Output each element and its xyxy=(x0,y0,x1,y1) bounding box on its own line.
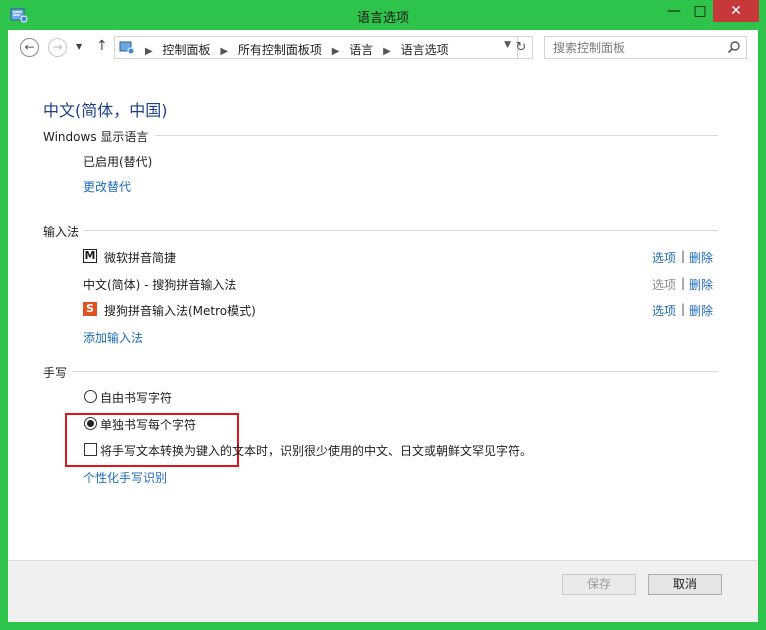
recent-locations-icon[interactable]: ▼ xyxy=(76,42,82,51)
input-method-options-link[interactable]: 选项 xyxy=(652,302,676,319)
navigation-bar: ← → ▼ ↑ ▶ 控制面板 ▶ 所有控制面板项 ▶ 语言 ▶ 语言选项 ▼ ↻… xyxy=(8,30,758,68)
link-separator: | xyxy=(681,302,686,316)
section-divider xyxy=(72,371,718,372)
cancel-button[interactable]: 取消 xyxy=(648,574,722,595)
breadcrumb-all-items[interactable]: 所有控制面板项 xyxy=(238,43,322,57)
input-method-name: 搜狗拼音输入法(Metro模式) xyxy=(104,304,256,318)
radio-single-character-label[interactable]: 单独书写每个字符 xyxy=(100,416,196,433)
input-method-remove-link[interactable]: 删除 xyxy=(689,302,713,319)
window-title: 语言选项 xyxy=(356,11,409,26)
back-button[interactable]: ← xyxy=(20,38,39,57)
section-divider xyxy=(84,230,718,231)
display-language-status: 已启用(替代) xyxy=(83,155,153,169)
breadcrumb-separator-icon[interactable]: ▶ xyxy=(220,46,228,57)
search-box[interactable] xyxy=(544,36,747,59)
radio-free-writing-label[interactable]: 自由书写字符 xyxy=(100,389,172,406)
input-method-options-link[interactable]: 选项 xyxy=(652,249,676,266)
rare-characters-checkbox[interactable] xyxy=(84,443,97,456)
search-input[interactable] xyxy=(545,37,728,58)
input-method-name: 微软拼音简捷 xyxy=(104,251,177,265)
save-button[interactable]: 保存 xyxy=(562,574,636,595)
forward-button[interactable]: → xyxy=(48,38,67,57)
sogou-icon: S xyxy=(83,302,97,316)
main-content: 中文(简体，中国) Windows 显示语言 已启用(替代) 更改替代 输入法 … xyxy=(8,68,758,560)
section-divider xyxy=(155,135,718,136)
link-separator: | xyxy=(681,249,686,263)
page-title: 中文(简体，中国) xyxy=(43,101,168,120)
window-frame: 语言选项 — □ ✕ ← → ▼ ↑ ▶ 控制面板 ▶ 所有控制面板项 ▶ 语言… xyxy=(0,0,766,630)
m-ime-icon: M xyxy=(83,249,97,263)
breadcrumb-separator-icon[interactable]: ▶ xyxy=(383,46,391,57)
handwriting-title: 手写 xyxy=(43,366,68,380)
radio-free-writing[interactable] xyxy=(84,390,97,403)
title-bar[interactable]: 语言选项 — □ ✕ xyxy=(0,0,766,30)
add-input-method-link[interactable]: 添加输入法 xyxy=(83,329,143,346)
address-bar[interactable]: ▶ 控制面板 ▶ 所有控制面板项 ▶ 语言 ▶ 语言选项 ▼ xyxy=(114,36,518,59)
breadcrumb-language[interactable]: 语言 xyxy=(349,43,373,57)
refresh-button[interactable]: ↻ xyxy=(510,36,533,59)
link-separator: | xyxy=(681,276,686,290)
footer-bar: 保存 取消 xyxy=(8,560,758,622)
client-area: ← → ▼ ↑ ▶ 控制面板 ▶ 所有控制面板项 ▶ 语言 ▶ 语言选项 ▼ ↻… xyxy=(8,30,758,622)
minimize-button[interactable]: — xyxy=(661,0,687,22)
display-language-title: Windows 显示语言 xyxy=(43,130,149,144)
breadcrumb-separator-icon[interactable]: ▶ xyxy=(332,46,340,57)
input-method-options-link-disabled: 选项 xyxy=(652,278,677,292)
up-arrow-icon[interactable]: ↑ xyxy=(96,38,108,54)
breadcrumb-separator-icon: ▶ xyxy=(145,46,153,57)
radio-single-character[interactable] xyxy=(84,417,97,430)
maximize-button[interactable]: □ xyxy=(687,0,713,22)
breadcrumb: ▶ 控制面板 ▶ 所有控制面板项 ▶ 语言 ▶ 语言选项 xyxy=(139,41,449,58)
input-method-remove-link[interactable]: 删除 xyxy=(689,249,713,266)
breadcrumb-language-options[interactable]: 语言选项 xyxy=(401,43,449,57)
input-method-remove-link[interactable]: 删除 xyxy=(689,276,713,293)
input-method-name: 中文(简体) - 搜狗拼音输入法 xyxy=(83,278,237,292)
control-panel-icon xyxy=(119,41,135,55)
search-icon[interactable] xyxy=(727,40,741,54)
breadcrumb-control-panel[interactable]: 控制面板 xyxy=(163,43,211,57)
close-button[interactable]: ✕ xyxy=(713,0,759,22)
rare-characters-checkbox-label[interactable]: 将手写文本转换为键入的文本时，识别很少使用的中文、日文或朝鲜文罕见字符。 xyxy=(100,442,532,459)
input-methods-title: 输入法 xyxy=(43,225,80,239)
change-override-link[interactable]: 更改替代 xyxy=(83,178,131,195)
personalize-handwriting-link[interactable]: 个性化手写识别 xyxy=(83,469,167,486)
